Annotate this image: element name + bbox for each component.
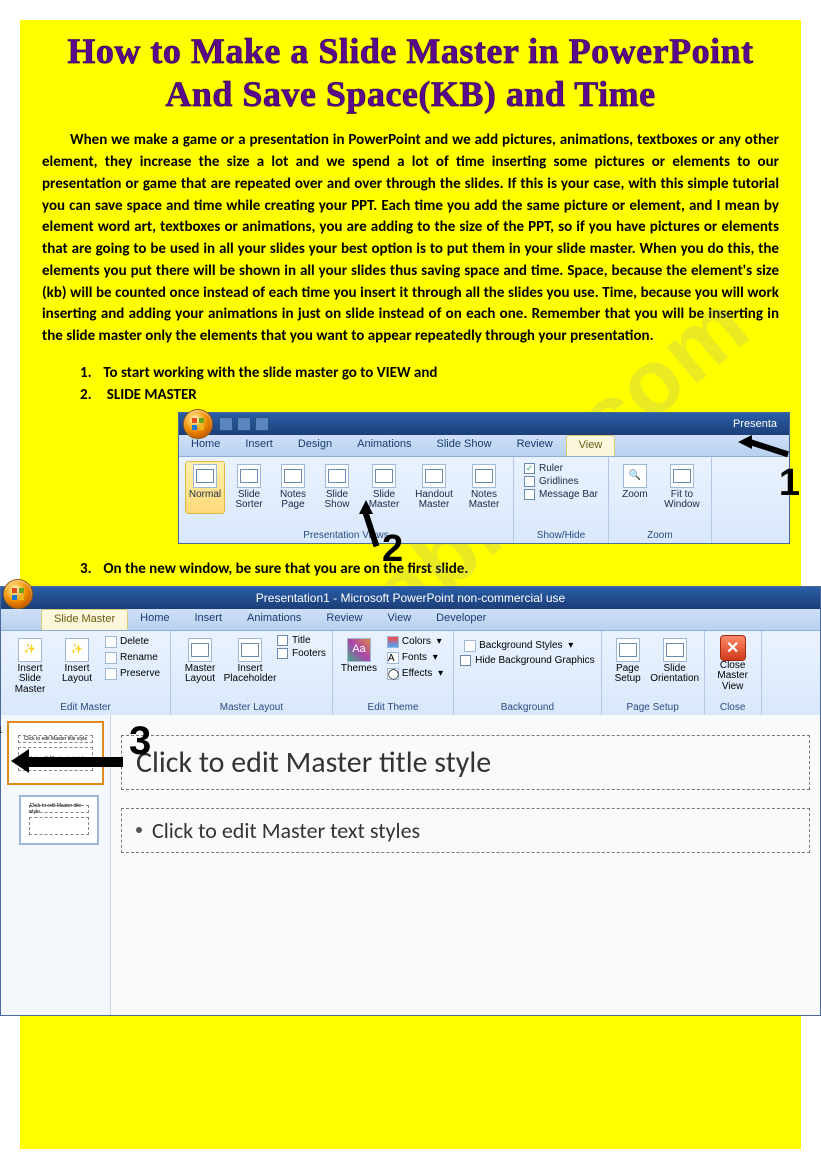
slide-sorter-button[interactable]: Slide Sorter xyxy=(229,461,269,514)
insert-placeholder-button[interactable]: Insert Placeholder xyxy=(227,635,273,688)
group-label-edit-theme: Edit Theme xyxy=(339,700,447,713)
step-1: 1. To start working with the slide maste… xyxy=(80,362,779,384)
group-label-presentation-views: Presentation Views xyxy=(185,528,507,541)
fonts-button[interactable]: AFonts ▾ xyxy=(383,651,447,665)
master-body-placeholder[interactable]: Click to edit Master text styles xyxy=(121,808,810,853)
page-setup-button[interactable]: Page Setup xyxy=(608,635,648,688)
callout-arrow-1: 1 xyxy=(738,432,798,507)
colors-button[interactable]: Colors ▾ xyxy=(383,635,447,649)
tab-design[interactable]: Design xyxy=(286,435,345,456)
titlebar-2: Presentation1 - Microsoft PowerPoint non… xyxy=(1,587,820,609)
editor-area: 1 Click to edit Master title style Click… xyxy=(1,715,820,1015)
thumbnail-pane[interactable]: 1 Click to edit Master title style Click… xyxy=(1,715,111,1015)
tab-home[interactable]: Home xyxy=(179,435,233,456)
background-styles-button[interactable]: Background Styles ▾ xyxy=(460,639,595,653)
slide-canvas[interactable]: Click to edit Master title style Click t… xyxy=(111,715,820,1015)
tab-view[interactable]: View xyxy=(566,435,616,456)
notes-page-button[interactable]: Notes Page xyxy=(273,461,313,514)
app-title-2: Presentation1 - Microsoft PowerPoint non… xyxy=(256,591,565,605)
callout-arrow-2: 2 xyxy=(356,500,406,565)
step-list: 1. To start working with the slide maste… xyxy=(20,356,801,406)
group-label-edit-master: Edit Master xyxy=(7,700,164,713)
slide-orientation-button[interactable]: Slide Orientation xyxy=(652,635,698,688)
gridlines-checkbox[interactable]: Gridlines xyxy=(524,476,598,487)
zoom-button[interactable]: 🔍Zoom xyxy=(615,461,655,514)
fit-to-window-button[interactable]: Fit to Window xyxy=(659,461,705,514)
notes-master-button[interactable]: Notes Master xyxy=(461,461,507,514)
screenshot-slide-master: Presentation1 - Microsoft PowerPoint non… xyxy=(0,586,821,1016)
hide-bg-graphics-checkbox[interactable]: Hide Background Graphics xyxy=(460,655,595,666)
slide-show-button[interactable]: Slide Show xyxy=(317,461,357,514)
screenshot-view-ribbon: Presenta Home Insert Design Animations S… xyxy=(178,412,790,544)
ribbon-tabs-2: Slide Master Home Insert Animations Revi… xyxy=(1,609,820,631)
ribbon-tabs: Home Insert Design Animations Slide Show… xyxy=(179,435,789,457)
rename-button[interactable]: Rename xyxy=(101,651,164,665)
themes-button[interactable]: AaThemes xyxy=(339,635,379,681)
messagebar-checkbox[interactable]: Message Bar xyxy=(524,489,598,500)
handout-master-button[interactable]: Handout Master xyxy=(411,461,457,514)
group-label-close: Close xyxy=(711,700,755,713)
effects-button[interactable]: ◯Effects ▾ xyxy=(383,667,447,681)
preserve-button[interactable]: Preserve xyxy=(101,667,164,681)
master-layout-button[interactable]: Master Layout xyxy=(177,635,223,688)
tab-animations-2[interactable]: Animations xyxy=(235,609,314,630)
tab-view-2[interactable]: View xyxy=(376,609,425,630)
master-title-placeholder[interactable]: Click to edit Master title style xyxy=(121,735,810,790)
tab-animations[interactable]: Animations xyxy=(345,435,424,456)
tab-review[interactable]: Review xyxy=(505,435,566,456)
office-orb-icon[interactable] xyxy=(3,579,33,609)
titlebar: Presenta xyxy=(179,413,789,435)
ruler-checkbox[interactable]: ✓Ruler xyxy=(524,463,598,474)
tab-home-2[interactable]: Home xyxy=(128,609,182,630)
close-master-view-button[interactable]: ✕Close Master View xyxy=(711,635,755,693)
tab-slideshow[interactable]: Slide Show xyxy=(425,435,505,456)
insert-slide-master-button[interactable]: ✨Insert Slide Master xyxy=(7,635,53,699)
step-2: 2. SLIDE MASTER xyxy=(80,384,779,406)
insert-layout-button[interactable]: ✨Insert Layout xyxy=(57,635,97,699)
tab-slide-master[interactable]: Slide Master xyxy=(41,609,128,630)
tab-developer[interactable]: Developer xyxy=(424,609,499,630)
delete-button[interactable]: Delete xyxy=(101,635,164,649)
intro-paragraph: When we make a game or a presentation in… xyxy=(20,130,801,356)
normal-button[interactable]: Normal xyxy=(185,461,225,514)
tab-insert-2[interactable]: Insert xyxy=(182,609,235,630)
group-label-background: Background xyxy=(460,700,595,713)
document-title: How to Make a Slide Master in PowerPoint… xyxy=(20,20,801,130)
tab-review-2[interactable]: Review xyxy=(314,609,375,630)
group-label-master-layout: Master Layout xyxy=(177,700,326,713)
step-3: 3. On the new window, be sure that you a… xyxy=(20,552,801,582)
tab-insert[interactable]: Insert xyxy=(233,435,286,456)
thumbnail-2[interactable]: Click to edit Master title style xyxy=(19,795,99,845)
group-label-page-setup: Page Setup xyxy=(608,700,698,713)
footers-checkbox[interactable]: Footers xyxy=(277,648,326,659)
quick-access-toolbar[interactable] xyxy=(219,417,269,431)
title-checkbox[interactable]: Title xyxy=(277,635,326,646)
group-label-showhide: Show/Hide xyxy=(520,528,602,541)
app-title: Presenta xyxy=(733,418,783,430)
group-label-zoom: Zoom xyxy=(615,528,705,541)
